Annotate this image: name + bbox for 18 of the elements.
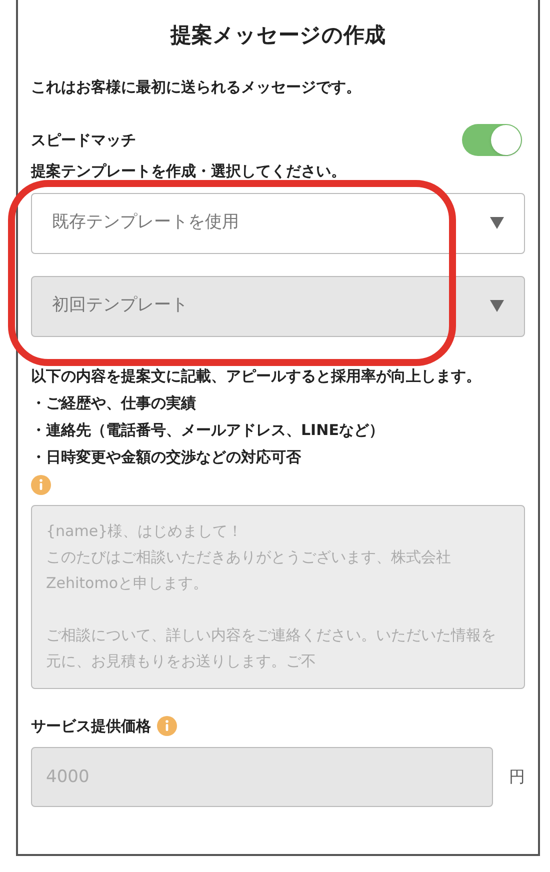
caret-icon [490,217,504,229]
caret-icon [490,300,504,312]
price-field[interactable]: 4000 [31,747,493,807]
info-icon[interactable] [157,716,177,736]
template-prompt: 提案テンプレートを作成・選択してください。 [31,161,347,182]
template-select[interactable]: 既存テンプレートを使用 [31,192,525,254]
speed-match-label: スピードマッチ [31,130,136,151]
tips-text: 以下の内容を提案文に記載、アピールすると採用率が向上します。 [31,366,482,386]
currency-unit: 円 [509,766,525,788]
message-field[interactable]: {name}様、はじめまして！ このたびはご相談いただきありがとうございます、株式会社Zehitomoと申します。 ご相談について、詳しい内容をご連絡ください。いただいた情報を元に、お見積もりをお送りします。ご不 [31,504,525,688]
intro-text: これはお客様に最初に送られるメッセージです。 [31,76,362,98]
tips-item: ・連絡先（電話番号、メールアドレス、LINEなど） [31,420,385,440]
price-label: サービス提供価格 [31,716,151,736]
speed-match-toggle[interactable] [462,124,522,156]
tips-item: ・ご経歴や、仕事の実績 [31,392,197,414]
tips-item: ・日時変更や金額の交渉などの対応可否 [31,446,302,468]
info-icon[interactable] [31,474,51,494]
dialog-title: 提案メッセージの作成 [169,22,386,49]
